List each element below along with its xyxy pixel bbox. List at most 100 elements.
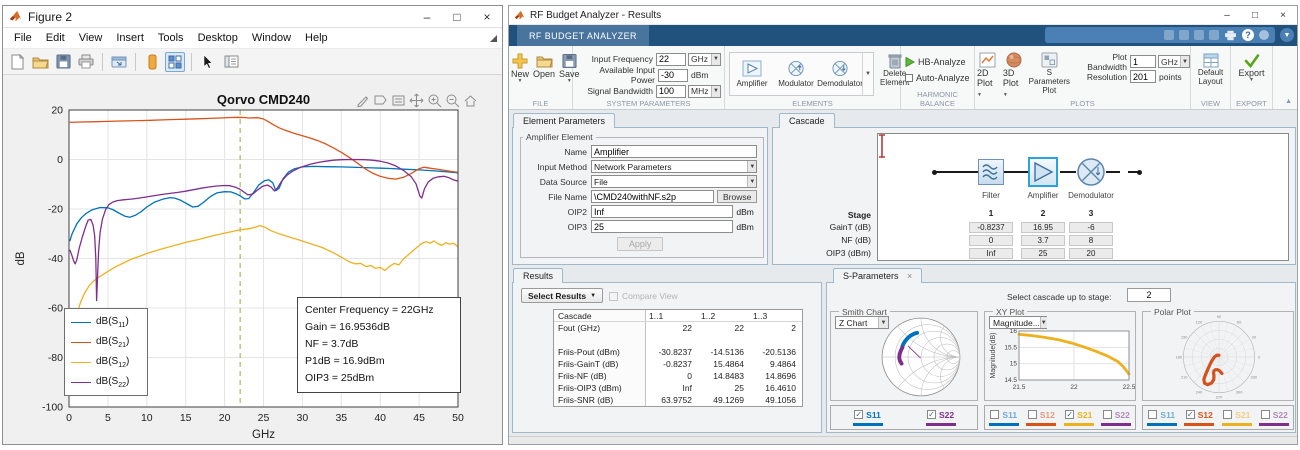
- modulator-button[interactable]: Modulator: [774, 53, 818, 95]
- checkbox[interactable]: [1148, 410, 1157, 419]
- help-icon[interactable]: ?: [1242, 29, 1254, 41]
- menu-help[interactable]: Help: [298, 32, 335, 44]
- input-frequency-field[interactable]: [656, 53, 686, 66]
- print-figure-button[interactable]: [76, 52, 96, 72]
- qab-icon[interactable]: [1194, 30, 1204, 40]
- resolution-field[interactable]: [1130, 70, 1156, 83]
- oip3-field[interactable]: [591, 220, 733, 233]
- gallery-dropdown-icon[interactable]: ▼: [862, 53, 873, 95]
- legend-entry[interactable]: dB(S12): [71, 352, 147, 372]
- xy-plot[interactable]: 21.52222.514.51515.516Magnitude(dB): [987, 328, 1135, 398]
- menu-window[interactable]: Window: [245, 32, 298, 44]
- zoom-out-icon[interactable]: [445, 93, 460, 108]
- checkbox[interactable]: [1223, 410, 1232, 419]
- plot-layout-button[interactable]: [165, 52, 185, 72]
- results-table[interactable]: Cascade1..11..21..3Fout (GHz)22222Friis-…: [553, 309, 803, 407]
- menu-file[interactable]: File: [7, 32, 39, 44]
- auto-analyze-toggle[interactable]: Auto-Analyze: [901, 70, 974, 86]
- menu-edit[interactable]: Edit: [39, 32, 72, 44]
- sparam-toggle-s11[interactable]: S11: [989, 410, 1019, 426]
- maximize-button[interactable]: □: [1241, 6, 1269, 25]
- close-tab-icon[interactable]: ×: [907, 271, 912, 281]
- legend-entry[interactable]: dB(S22): [71, 372, 147, 392]
- stage-oip3-cell[interactable]: 25: [1021, 248, 1065, 259]
- minimize-button[interactable]: –: [1213, 6, 1241, 25]
- cursor-tool-button[interactable]: [198, 52, 218, 72]
- close-button[interactable]: ×: [472, 6, 502, 28]
- menu-insert[interactable]: Insert: [109, 32, 151, 44]
- datatip-icon[interactable]: [373, 93, 388, 108]
- checkbox[interactable]: [1261, 410, 1270, 419]
- hb-analyze-button[interactable]: HB-Analyze: [901, 54, 974, 70]
- stage-gain-cell[interactable]: -6: [1069, 222, 1113, 233]
- qab-icon[interactable]: [1164, 30, 1174, 40]
- property-inspector-button[interactable]: [221, 52, 241, 72]
- legend-entry[interactable]: dB(S11): [71, 312, 147, 332]
- sparam-toggle-s12[interactable]: S12: [1026, 410, 1056, 426]
- tab-results[interactable]: Results: [513, 268, 563, 283]
- zoom-in-icon[interactable]: [427, 93, 442, 108]
- plot-bandwidth-unit-select[interactable]: GHz ▼: [1158, 55, 1190, 68]
- cascade-stage-field[interactable]: [1127, 288, 1171, 302]
- demodulator-button[interactable]: Demodulator: [818, 53, 862, 95]
- dock-arrow-icon[interactable]: [490, 35, 497, 42]
- frequency-unit-select[interactable]: GHz ▼: [688, 53, 721, 66]
- smith-chart-type-select[interactable]: Z Chart ▼: [835, 316, 889, 329]
- data-source-select[interactable]: File ▼: [591, 175, 757, 188]
- compare-view-toggle[interactable]: Compare View: [609, 291, 678, 301]
- sparam-toggle-s22[interactable]: ✓S22: [926, 410, 956, 426]
- insert-colorbar-button[interactable]: [142, 52, 162, 72]
- checkbox[interactable]: [990, 410, 999, 419]
- data-brush-icon[interactable]: [391, 93, 406, 108]
- sparam-toggle-s12[interactable]: ✓S12: [1184, 410, 1214, 426]
- stage-nf-cell[interactable]: 8: [1069, 235, 1113, 246]
- xy-plot-type-select[interactable]: Magnitude... ▼: [989, 316, 1047, 329]
- signal-bandwidth-field[interactable]: [656, 85, 686, 98]
- plot-legend[interactable]: dB(S11)dB(S21)dB(S12)dB(S22): [64, 308, 148, 396]
- compare-view-checkbox[interactable]: [609, 292, 618, 301]
- sparam-toggle-s21[interactable]: S21: [1222, 410, 1252, 426]
- close-button[interactable]: ×: [1269, 6, 1297, 25]
- file-name-field[interactable]: [591, 190, 714, 203]
- default-layout-button[interactable]: Default Layout: [1191, 52, 1230, 87]
- open-file-button[interactable]: [30, 52, 50, 72]
- plot-annotation-box[interactable]: Center Frequency = 22GHzGain = 16.9536dB…: [297, 297, 461, 393]
- stage-oip3-cell[interactable]: 20: [1069, 248, 1113, 259]
- qab-icon[interactable]: [1209, 30, 1219, 40]
- checkbox[interactable]: ✓: [1065, 410, 1074, 419]
- stage-nf-cell[interactable]: 3.7: [1021, 235, 1065, 246]
- export-button[interactable]: Export ▼: [1231, 52, 1272, 84]
- bandwidth-unit-select[interactable]: MHz ▼: [688, 85, 721, 98]
- tab-element-parameters[interactable]: Element Parameters: [513, 113, 615, 128]
- auto-analyze-checkbox[interactable]: [905, 74, 913, 82]
- qab-icon[interactable]: [1259, 30, 1269, 40]
- checkbox[interactable]: ✓: [927, 410, 936, 419]
- menu-tools[interactable]: Tools: [151, 32, 191, 44]
- checkbox[interactable]: ✓: [854, 410, 863, 419]
- edit-plot-icon[interactable]: [355, 93, 370, 108]
- sparam-toggle-s11[interactable]: S11: [1147, 410, 1177, 426]
- polar-plot[interactable]: 0306090120150180210240270300330: [1165, 315, 1273, 399]
- filter-block[interactable]: [978, 159, 1004, 185]
- tab-s-parameters[interactable]: S-Parameters ×: [833, 268, 922, 283]
- pan-icon[interactable]: [409, 93, 424, 108]
- new-figure-button[interactable]: [7, 52, 27, 72]
- collapse-ribbon-icon[interactable]: ▲: [1285, 98, 1292, 105]
- sparam-toggle-s22[interactable]: S22: [1101, 410, 1131, 426]
- stage-gain-cell[interactable]: 16.95: [1021, 222, 1065, 233]
- cascade-canvas[interactable]: FilterAmplifierDemodulator1-0.82370Inf21…: [877, 133, 1289, 261]
- sparam-toggle-s22[interactable]: S22: [1259, 410, 1289, 426]
- demodulator-block[interactable]: [1076, 157, 1106, 187]
- qab-print-icon[interactable]: [1224, 30, 1237, 41]
- restore-view-home-icon[interactable]: [463, 93, 478, 108]
- minimize-button[interactable]: –: [412, 6, 442, 28]
- input-power-field[interactable]: [658, 69, 688, 82]
- maximize-button[interactable]: □: [442, 6, 472, 28]
- dock-figure-button[interactable]: [109, 52, 129, 72]
- name-field[interactable]: [591, 145, 757, 158]
- stage-oip3-cell[interactable]: Inf: [969, 248, 1013, 259]
- qab-icon[interactable]: [1179, 30, 1189, 40]
- stage-gain-cell[interactable]: -0.8237: [969, 222, 1013, 233]
- sparam-toggle-s21[interactable]: ✓S21: [1064, 410, 1094, 426]
- menu-view[interactable]: View: [72, 32, 110, 44]
